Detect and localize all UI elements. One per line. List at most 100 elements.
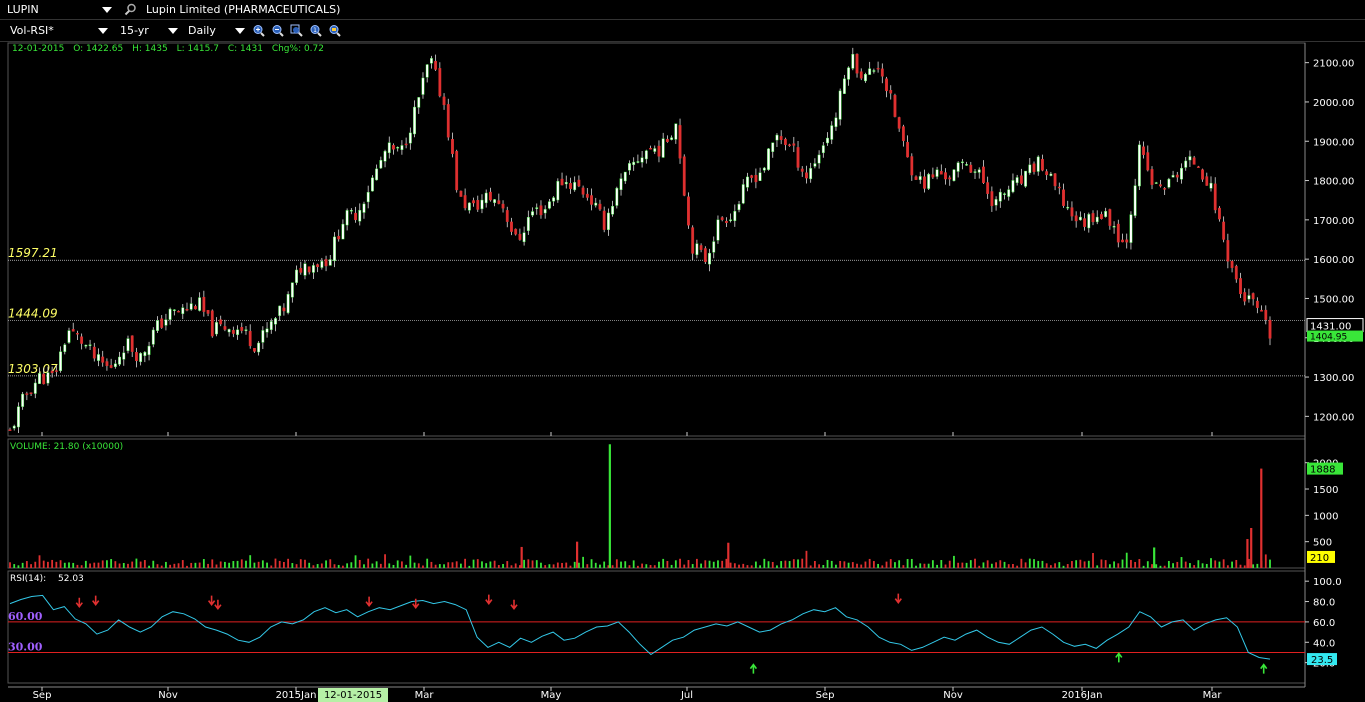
candle-body: [842, 78, 846, 94]
candle-body: [219, 319, 223, 325]
candle-body: [46, 372, 50, 384]
candle-body: [438, 68, 442, 97]
candle-body: [1192, 157, 1196, 165]
volume-bar: [1252, 564, 1255, 568]
volume-bar: [885, 561, 888, 568]
candle-body: [754, 175, 758, 183]
volume-avg-label: 210: [1310, 553, 1329, 564]
candle-body: [762, 167, 766, 171]
volume-bar: [666, 560, 669, 568]
volume-bar: [599, 564, 601, 568]
candle-body: [337, 235, 341, 240]
candle-body: [392, 145, 395, 150]
volume-bar: [628, 565, 631, 568]
candle-body: [1125, 239, 1129, 243]
volume-bar: [999, 560, 1002, 568]
candle-body: [164, 319, 168, 326]
volume-bar: [388, 563, 391, 568]
volume-bar: [401, 561, 403, 568]
candle-body: [682, 156, 686, 196]
candle-body: [526, 217, 530, 231]
volume-bar: [843, 561, 846, 568]
candle-body: [109, 365, 113, 368]
candle-body: [1205, 176, 1209, 186]
candle-body: [408, 132, 412, 144]
candle-body: [375, 168, 379, 181]
candle-body: [910, 156, 914, 176]
volume-bar: [788, 561, 791, 568]
candle-body: [965, 164, 968, 166]
rsi-level-label: 30.00: [8, 640, 43, 653]
volume-bar: [577, 562, 580, 568]
x-tick-label: Mar: [415, 690, 435, 701]
candle-body: [510, 221, 513, 232]
volume-bar: [489, 561, 492, 568]
volume-bar: [502, 564, 504, 568]
candle-body: [724, 220, 728, 223]
volume-bar: [573, 561, 576, 568]
candle-body: [564, 182, 568, 185]
volume-bar: [59, 560, 62, 568]
candle-body: [139, 353, 143, 362]
volume-bar: [283, 562, 285, 568]
candle-body: [417, 97, 421, 108]
candle-body: [665, 138, 669, 142]
candle-body: [1129, 214, 1133, 243]
volume-bar: [797, 559, 799, 568]
volume-bar: [1079, 559, 1082, 568]
volume-bar: [518, 565, 521, 568]
volume-title: VOLUME: 21.80 (x10000): [10, 442, 123, 452]
candle-body: [939, 170, 943, 175]
volume-bar: [931, 560, 934, 568]
candle-body: [851, 54, 855, 69]
volume-bar: [30, 564, 32, 568]
stock-chart[interactable]: 1200.001300.001400.001500.001600.001700.…: [0, 0, 1365, 702]
candle-body: [956, 162, 960, 172]
candle-body: [1007, 189, 1011, 197]
sell-arrow-icon: [485, 594, 493, 605]
candle-body: [333, 236, 336, 262]
volume-bar: [919, 563, 922, 568]
candle-body: [699, 245, 703, 250]
volume-bar: [232, 561, 235, 568]
volume-bar: [358, 559, 361, 568]
volume-bar: [510, 565, 513, 568]
price-pane-frame: [7, 42, 1306, 437]
candle-body: [914, 176, 918, 180]
volume-bar: [835, 564, 837, 568]
candle-body: [1184, 160, 1188, 168]
candle-body: [661, 138, 665, 158]
volume-bar: [1172, 563, 1174, 568]
candle-body: [413, 106, 416, 135]
volume-pane-frame: [7, 438, 1306, 569]
price-level-label: 1444.09: [8, 306, 58, 320]
price-level-label: 1597.21: [8, 246, 58, 260]
candle-body: [54, 370, 58, 372]
volume-bar: [25, 561, 28, 568]
volume-bar: [1159, 565, 1162, 568]
volume-bar: [729, 562, 732, 568]
rsi-level-label: 60.00: [8, 610, 43, 623]
volume-bar: [106, 560, 108, 568]
volume-bar: [670, 564, 673, 568]
volume-bar: [990, 563, 993, 568]
volume-spike: [520, 546, 523, 568]
candle-body: [547, 201, 551, 209]
candle-body: [29, 392, 33, 394]
candle-body: [695, 243, 699, 255]
volume-bar: [586, 564, 589, 568]
volume-bar: [548, 564, 551, 568]
volume-bar: [982, 562, 985, 568]
candle-body: [451, 139, 454, 154]
sell-arrow-icon: [214, 599, 222, 611]
volume-bar: [1134, 561, 1137, 568]
candle-body: [472, 200, 475, 204]
volume-bar: [611, 565, 614, 568]
volume-bar: [662, 558, 665, 568]
volume-bar: [1108, 564, 1111, 568]
volume-bar: [1104, 560, 1107, 568]
candle-body: [210, 310, 214, 337]
volume-bar: [683, 564, 686, 568]
candle-body: [1057, 186, 1061, 189]
candle-body: [1264, 309, 1268, 320]
